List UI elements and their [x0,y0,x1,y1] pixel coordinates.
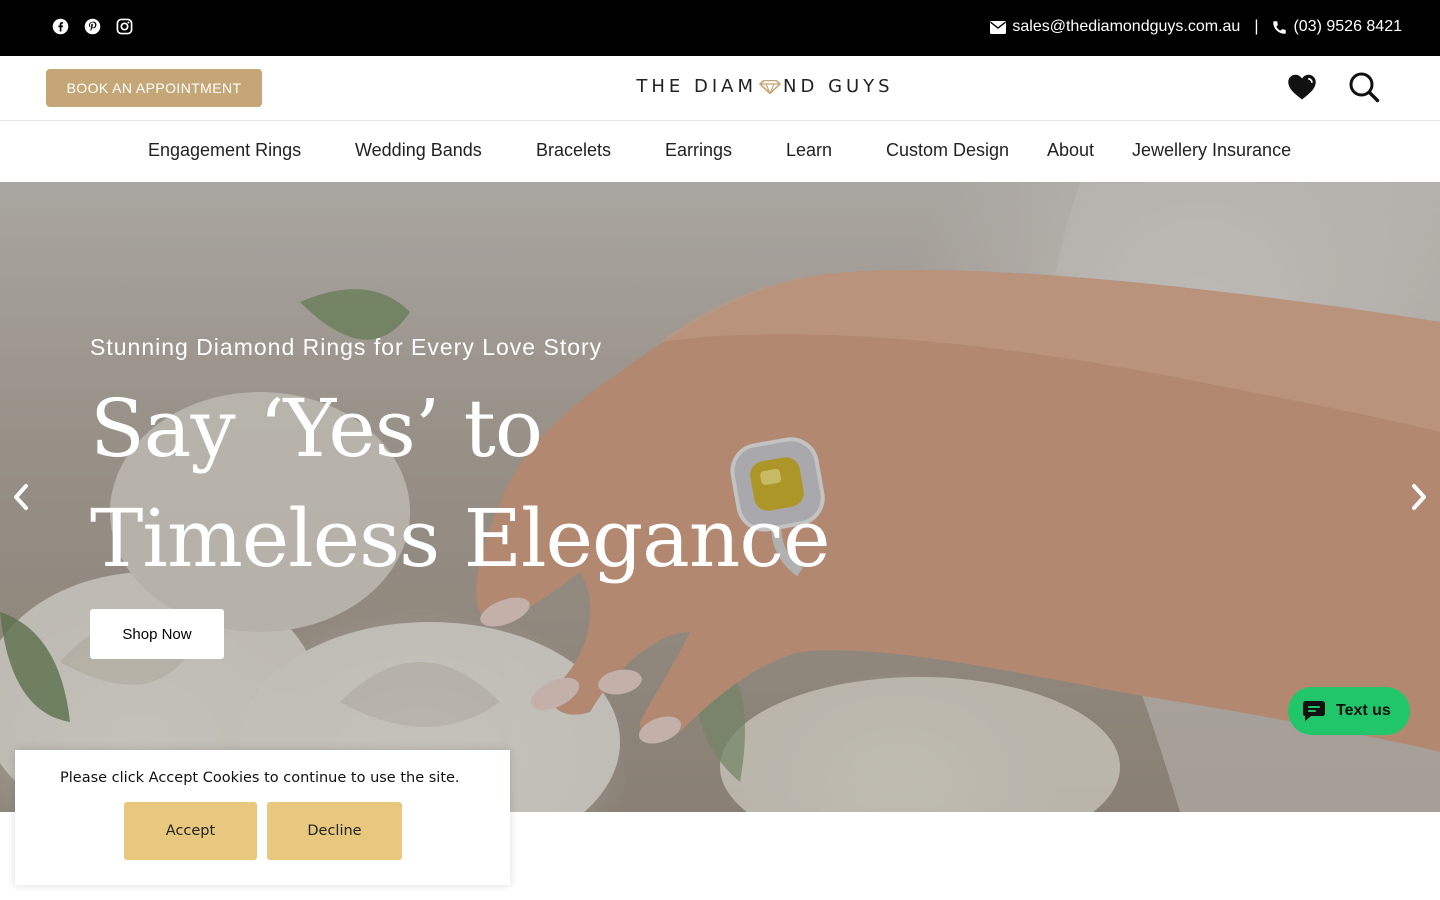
chat-bubble-icon [1303,701,1325,721]
nav-learn[interactable]: Learn [786,140,832,161]
hero-title: Say ‘Yes’ to Timeless Elegance [90,374,831,594]
phone-icon [1273,20,1287,34]
nav-about[interactable]: About [1047,140,1094,161]
shop-now-button[interactable]: Shop Now [90,609,224,659]
decline-cookies-button[interactable]: Decline [267,802,402,860]
facebook-icon[interactable] [52,18,69,35]
book-appointment-button[interactable]: BOOK AN APPOINTMENT [46,69,262,107]
site-header: BOOK AN APPOINTMENT THE DIAM ND GUYS [0,56,1440,121]
cookie-banner: Please click Accept Cookies to continue … [15,750,510,885]
search-icon[interactable] [1348,71,1380,108]
pinterest-icon[interactable] [84,18,101,35]
cookie-message: Please click Accept Cookies to continue … [60,770,460,786]
nav-bracelets[interactable]: Bracelets [536,140,611,161]
top-bar: sales@thediamondguys.com.au | (03) 9526 … [0,0,1440,56]
email-link[interactable]: sales@thediamondguys.com.au [1012,18,1240,36]
accept-cookies-button[interactable]: Accept [124,802,257,860]
diamond-icon [759,79,782,94]
carousel-next-icon[interactable] [1408,482,1430,517]
main-nav: Engagement Rings Wedding Bands Bracelets… [0,121,1440,182]
logo-text-left: THE DIAM [636,76,758,97]
social-links [52,18,133,35]
envelope-icon [990,20,1007,34]
nav-earrings[interactable]: Earrings [665,140,732,161]
nav-wedding-bands[interactable]: Wedding Bands [355,140,482,161]
contact-separator: | [1254,18,1259,35]
text-us-label: Text us [1336,702,1391,719]
heart-icon[interactable] [1287,73,1317,106]
logo-text-right: ND GUYS [783,76,894,97]
nav-engagement-rings[interactable]: Engagement Rings [148,140,301,161]
phone-link[interactable]: (03) 9526 8421 [1293,18,1402,36]
instagram-icon[interactable] [116,18,133,35]
nav-custom-design[interactable]: Custom Design [886,140,1009,161]
contact-info: sales@thediamondguys.com.au | (03) 9526 … [990,18,1402,36]
carousel-prev-icon[interactable] [10,482,32,517]
nav-jewellery-insurance[interactable]: Jewellery Insurance [1132,140,1291,161]
text-us-button[interactable]: Text us [1288,687,1410,735]
hero-banner: Stunning Diamond Rings for Every Love St… [0,182,1440,812]
hero-title-line-2: Timeless Elegance [90,492,831,585]
hero-subtitle: Stunning Diamond Rings for Every Love St… [90,334,603,360]
site-logo[interactable]: THE DIAM ND GUYS [600,76,930,97]
hero-title-line-1: Say ‘Yes’ to [90,382,543,475]
